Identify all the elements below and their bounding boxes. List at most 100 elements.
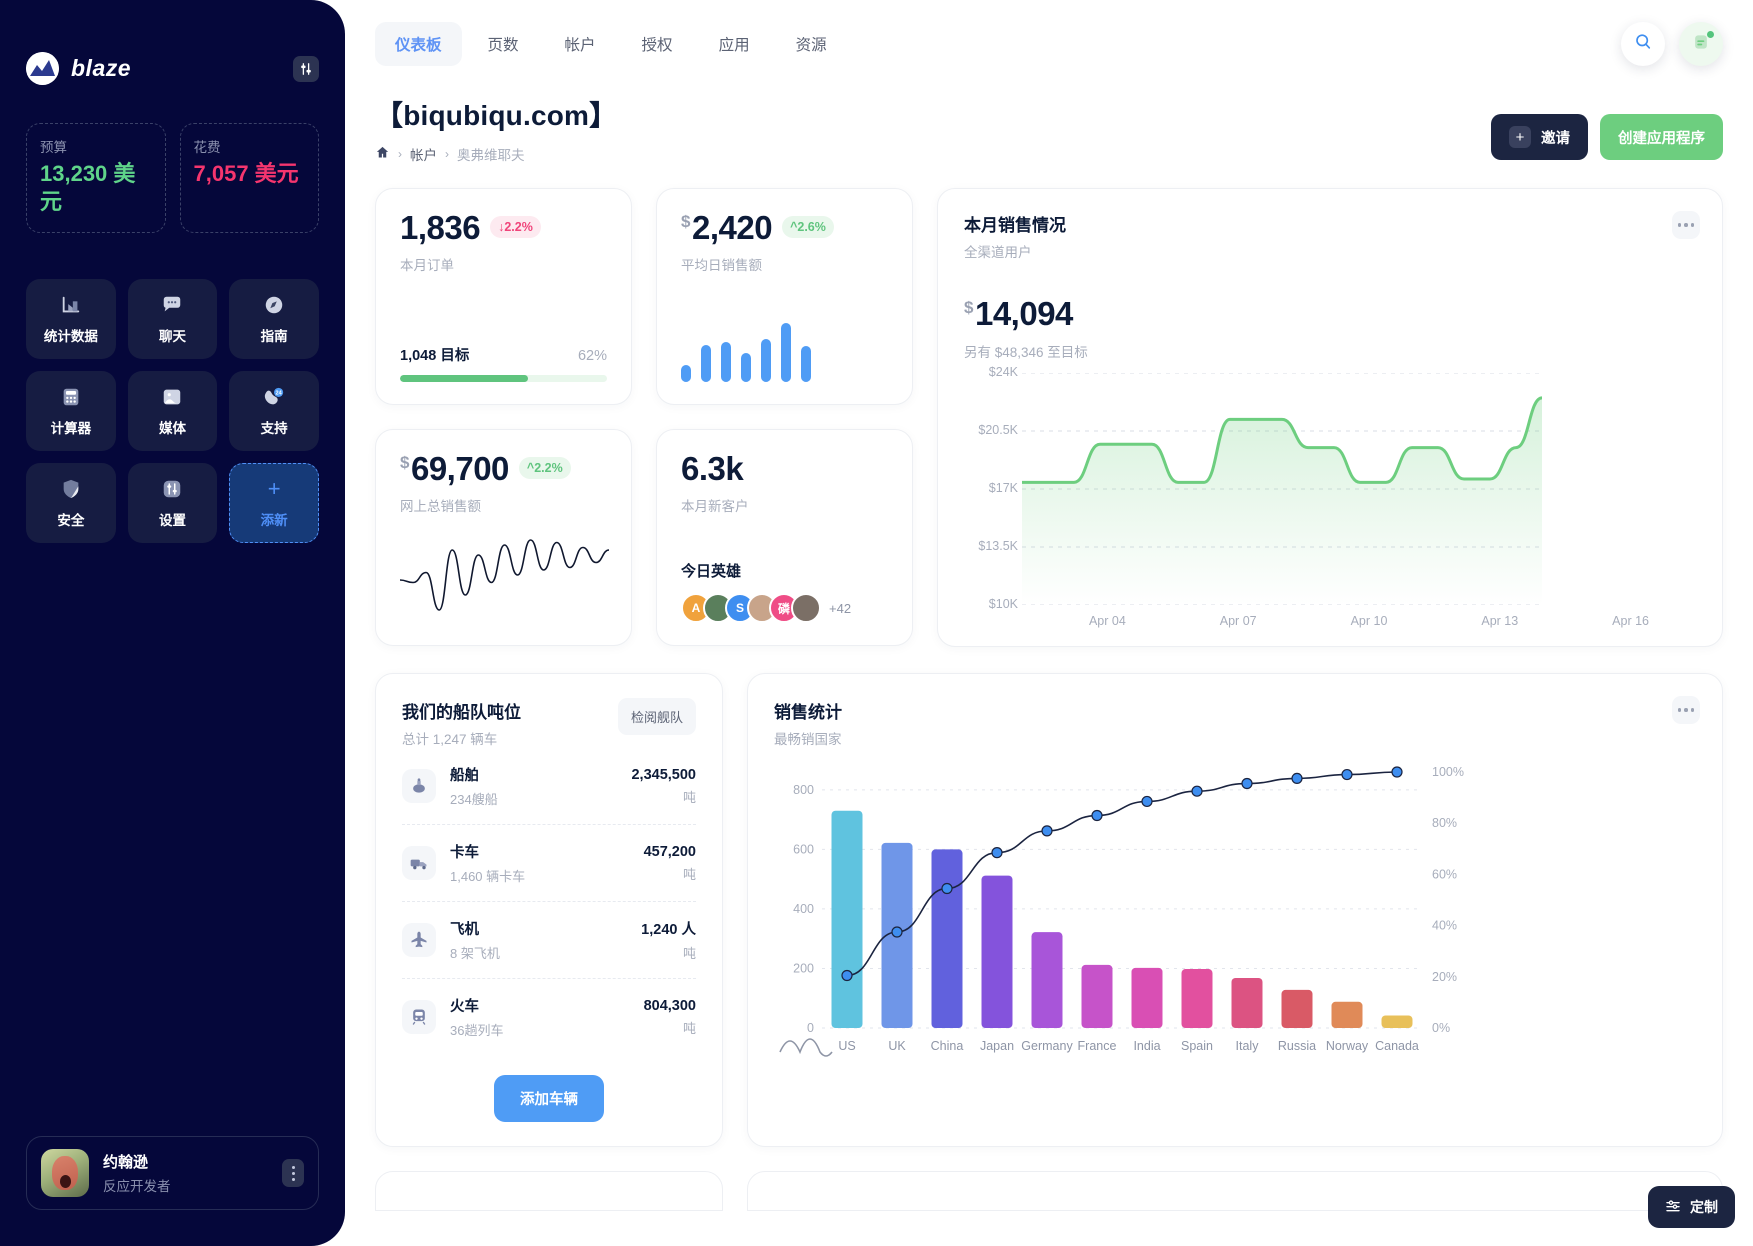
orders-progress [400, 375, 607, 382]
sidebar-tile-label: 媒体 [158, 421, 186, 437]
calculator-icon [59, 385, 83, 409]
profile-name: 约翰逊 [103, 1154, 149, 1171]
avg-sales-minibar-chart [681, 320, 888, 382]
avg-sales-label: 平均日销售额 [681, 258, 762, 273]
x-axis-tick: Apr 04 [1088, 614, 1126, 628]
add-vehicle-button[interactable]: 添加车辆 [494, 1075, 604, 1122]
sidebar-tile-guide[interactable]: 指南 [229, 279, 319, 360]
monthly-sales-title: 本月销售情况 [964, 216, 1066, 235]
compass-icon [262, 293, 286, 317]
fleet-row-name: 卡车 [450, 845, 479, 861]
user-profile-card[interactable]: 约翰逊 反应开发者 [26, 1136, 319, 1210]
train-icon [402, 1000, 436, 1034]
shield-icon [59, 477, 83, 501]
svg-text:600: 600 [793, 842, 814, 856]
tab-applications[interactable]: 应用 [699, 22, 770, 66]
sidebar-tile-label: 指南 [260, 329, 288, 345]
brand-logo[interactable]: blaze [26, 52, 131, 85]
create-app-button[interactable]: 创建应用程序 [1600, 114, 1723, 160]
sidebar-tile-settings[interactable]: 设置 [127, 463, 218, 544]
search-icon [1633, 32, 1653, 57]
spend-label: 花费 [193, 140, 221, 155]
svg-text:Germany: Germany [1021, 1039, 1073, 1053]
home-icon[interactable] [375, 145, 390, 163]
sliders-icon [160, 477, 184, 501]
fleet-row-meta: 1,460 辆卡车 [450, 869, 526, 884]
total-sales-sparkline [399, 526, 610, 623]
fleet-row-name: 火车 [450, 999, 479, 1015]
orders-goal-pct: 62% [577, 348, 607, 364]
svg-text:US: US [838, 1039, 855, 1053]
svg-text:India: India [1133, 1039, 1160, 1053]
heroes-avatars[interactable]: A S 磷 +42 [681, 593, 888, 623]
sidebar-tile-media[interactable]: 媒体 [127, 371, 218, 452]
tab-pages[interactable]: 页数 [468, 22, 539, 66]
tab-dashboard[interactable]: 仪表板 [375, 22, 462, 66]
orders-progress-fill [400, 375, 529, 382]
tab-accounts[interactable]: 帐户 [545, 22, 616, 66]
ellipsis-icon[interactable] [1672, 696, 1700, 724]
avg-sales-value: $2,420 [681, 209, 773, 246]
sidebar-tile-calculator[interactable]: 计算器 [26, 371, 116, 452]
brand-name: blaze [71, 55, 132, 81]
x-axis-tick: Apr 13 [1481, 614, 1519, 628]
create-app-label: 创建应用程序 [1618, 130, 1705, 147]
x-axis-tick: Apr 07 [1219, 614, 1257, 628]
sidebar-tile-chat[interactable]: 聊天 [127, 279, 218, 360]
total-sales-delta: ^2.2% [518, 457, 571, 479]
invite-button[interactable]: + 邀请 [1491, 114, 1588, 160]
sidebar-tile-security[interactable]: 安全 [26, 463, 116, 544]
bar-chart-icon [59, 293, 83, 317]
support-24-icon: 24 [262, 385, 286, 409]
sidebar-tile-support[interactable]: 24 支持 [229, 371, 319, 452]
fleet-row[interactable]: 飞机 8 架飞机 1,240 人吨 [402, 902, 696, 979]
budget-summary: 预算 13,230 美元 花费 7,057 美元 [26, 123, 319, 234]
page-title: 【biqubiqu.com】 [375, 100, 618, 131]
customize-button[interactable]: 定制 [1648, 1186, 1735, 1228]
svg-text:0: 0 [807, 1021, 814, 1035]
y-axis-tick: $20.5K [978, 423, 1018, 437]
orders-goal-row: 1,048 目标 62% [400, 344, 607, 365]
sidebar-tile-label: 安全 [57, 513, 85, 529]
monthly-sales-chart: $24K $20.5K $17K $13.5K $10K Apr 04 Apr 07 Apr… [964, 365, 1696, 628]
svg-text:60%: 60% [1432, 867, 1457, 881]
svg-text:Italy: Italy [1236, 1039, 1260, 1053]
search-button[interactable] [1621, 22, 1665, 66]
tab-authorization[interactable]: 授权 [622, 22, 693, 66]
tab-resources[interactable]: 资源 [776, 22, 847, 66]
sidebar-tile-add[interactable]: + 添新 [229, 463, 319, 544]
avg-sales-delta: ^2.6% [782, 216, 834, 238]
notes-button[interactable] [1679, 22, 1723, 66]
fleet-row-value: 1,240 人 [641, 922, 696, 938]
y-axis-tick: $10K [988, 597, 1018, 611]
total-sales-value: $69,700 [400, 450, 509, 487]
breadcrumb-separator: › [398, 147, 402, 161]
bottom-partial-cards [375, 1171, 1723, 1211]
svg-text:40%: 40% [1432, 919, 1457, 933]
fleet-row-meta: 8 架飞机 [450, 946, 500, 961]
orders-card: 1,836 ↓2.2% 本月订单 1,048 目标 62% [375, 188, 632, 405]
sidebar-tile-label: 支持 [260, 421, 288, 437]
plus-icon: + [1509, 126, 1531, 148]
header-actions: + 邀请 创建应用程序 [1491, 114, 1723, 160]
ellipsis-icon[interactable] [1672, 211, 1700, 239]
new-customers-value-row: 6.3k [681, 452, 888, 485]
breadcrumb-item-accounts[interactable]: 帐户 [410, 144, 437, 164]
partial-card-left [375, 1171, 723, 1211]
minibar [701, 344, 711, 382]
stats-grid: 1,836 ↓2.2% 本月订单 1,048 目标 62% $69,700 ^2… [375, 188, 1723, 647]
vertical-dots-icon[interactable] [282, 1159, 304, 1187]
y-axis-tick: $24K [988, 365, 1018, 379]
avatar[interactable] [791, 593, 821, 623]
sidebar-tile-stats[interactable]: 统计数据 [26, 279, 116, 360]
fleet-row[interactable]: 船舶 234艘船 2,345,500 吨 [402, 748, 696, 825]
breadcrumb-item-current: 奥弗维耶夫 [457, 148, 525, 163]
svg-text:Russia: Russia [1278, 1039, 1316, 1053]
svg-text:Norway: Norway [1326, 1039, 1369, 1053]
fleet-row[interactable]: 火车 36趟列车 804,300 吨 [402, 979, 696, 1055]
inspect-fleet-button[interactable]: 检阅舰队 [617, 698, 696, 735]
total-sales-value-row: $69,700 ^2.2% [400, 452, 607, 485]
sliders-icon[interactable] [293, 55, 319, 82]
fleet-row[interactable]: 卡车 1,460 辆卡车 457,200 吨 [402, 825, 696, 902]
fleet-row-unit: 吨 [682, 866, 696, 882]
